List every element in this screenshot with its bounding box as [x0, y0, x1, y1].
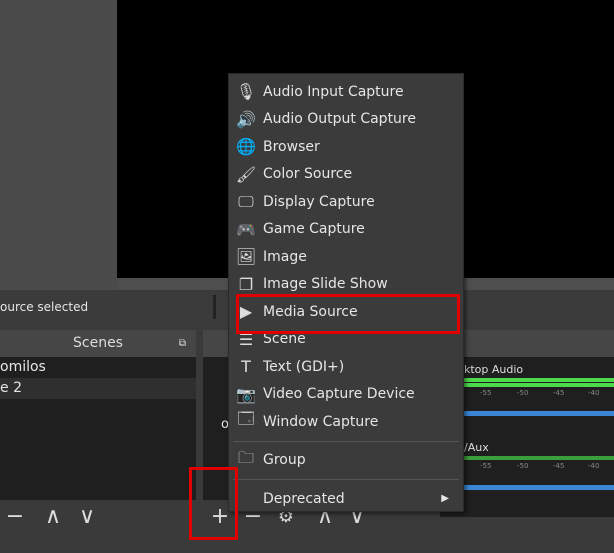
globe-icon: 🌐: [236, 137, 256, 157]
scenes-panel: Scenes ⧉ omilos e 2 − ∧ ∨: [0, 330, 196, 535]
move-scene-down-button[interactable]: ∨: [74, 504, 100, 530]
channel-label: /Aux: [464, 441, 489, 454]
volume-slider[interactable]: [462, 411, 614, 416]
menu-item-label: Browser: [263, 138, 320, 155]
undock-icon[interactable]: ⧉: [179, 330, 186, 357]
menu-item-label: Video Capture Device: [263, 386, 415, 403]
menu-item-label: Text (GDI+): [263, 358, 345, 375]
splitter-handle[interactable]: [213, 295, 216, 319]
menu-separator: [233, 479, 459, 480]
scene-item[interactable]: e 2: [0, 378, 196, 399]
menu-item-color-source[interactable]: 🖌 Color Source: [229, 161, 463, 189]
audio-mixer-panel: ktop Audio -55 -50 -45 -40 /Aux -55 -50 …: [440, 330, 614, 535]
tick-label: -45: [553, 462, 565, 470]
gamepad-icon: 🎮: [236, 219, 256, 239]
scenes-toolbar: − ∧ ∨: [0, 500, 196, 535]
menu-item-audio-input-capture[interactable]: 🎙 Audio Input Capture: [229, 78, 463, 106]
menu-item-group[interactable]: 🗀 Group: [229, 447, 463, 475]
menu-item-label: Image Slide Show: [263, 276, 388, 293]
menu-item-label: Audio Input Capture: [263, 83, 404, 100]
tick-label: -40: [588, 389, 600, 397]
tick-label: -50: [517, 389, 529, 397]
menu-item-label: Game Capture: [263, 221, 365, 238]
menu-item-image[interactable]: 🖼 Image: [229, 243, 463, 271]
menu-item-label: Deprecated: [263, 490, 345, 507]
menu-item-game-capture[interactable]: 🎮 Game Capture: [229, 216, 463, 244]
menu-item-window-capture[interactable]: 🗔 Window Capture: [229, 408, 463, 436]
scene-item[interactable]: omilos: [0, 357, 196, 378]
menu-item-display-capture[interactable]: 🖵 Display Capture: [229, 188, 463, 216]
speaker-icon: 🔊: [236, 109, 256, 129]
camera-icon: 📷: [236, 384, 256, 404]
menu-item-label: Display Capture: [263, 193, 375, 210]
tick-label: -55: [480, 389, 492, 397]
no-source-selected-text: ource selected: [0, 300, 89, 314]
tick-label: -45: [553, 389, 565, 397]
menu-item-text-gdi[interactable]: T Text (GDI+): [229, 353, 463, 381]
add-source-menu: 🎙 Audio Input Capture 🔊 Audio Output Captur…: [228, 73, 464, 512]
volume-meter: [462, 378, 614, 382]
volume-slider[interactable]: [462, 485, 614, 490]
menu-item-video-capture-device[interactable]: 📷 Video Capture Device: [229, 381, 463, 409]
window-icon: 🗔: [237, 409, 255, 429]
submenu-arrow-icon: ▶: [441, 493, 449, 505]
remove-scene-button[interactable]: −: [2, 504, 28, 530]
scenes-list: omilos e 2: [0, 357, 196, 500]
bottom-bar: [0, 535, 614, 553]
highlight-media-source: [236, 294, 460, 334]
slideshow-icon: ❐: [238, 274, 254, 294]
scenes-title: Scenes: [73, 335, 123, 351]
highlight-add-button: [189, 467, 238, 540]
menu-item-label: Audio Output Capture: [263, 111, 416, 128]
meter-scale: -55 -50 -45 -40: [462, 460, 614, 470]
channel-label: ktop Audio: [464, 363, 524, 376]
monitor-icon: 🖵: [238, 191, 254, 211]
menu-item-browser[interactable]: 🌐 Browser: [229, 133, 463, 161]
mixer-list: ktop Audio -55 -50 -45 -40 /Aux -55 -50 …: [440, 357, 614, 517]
menu-item-label: Color Source: [263, 166, 353, 183]
meter-scale: -55 -50 -45 -40: [462, 387, 614, 397]
menu-item-label: Image: [263, 248, 307, 265]
tick-label: -55: [480, 462, 492, 470]
menu-item-audio-output-capture[interactable]: 🔊 Audio Output Capture: [229, 106, 463, 134]
mixer-header: [440, 330, 614, 357]
paintbrush-icon: 🖌: [235, 164, 257, 184]
menu-item-label: Window Capture: [263, 413, 379, 430]
text-icon: T: [241, 357, 251, 377]
image-icon: 🖼: [235, 247, 257, 267]
microphone-icon: 🎙: [235, 82, 257, 102]
scenes-header: Scenes ⧉: [0, 330, 196, 357]
menu-separator: [233, 440, 459, 442]
tick-label: -50: [517, 462, 529, 470]
tick-label: -40: [588, 462, 600, 470]
menu-item-deprecated[interactable]: Deprecated ▶: [229, 485, 463, 513]
move-scene-up-button[interactable]: ∧: [40, 504, 66, 530]
menu-item-label: Group: [263, 452, 306, 469]
dock-area: [0, 0, 117, 290]
